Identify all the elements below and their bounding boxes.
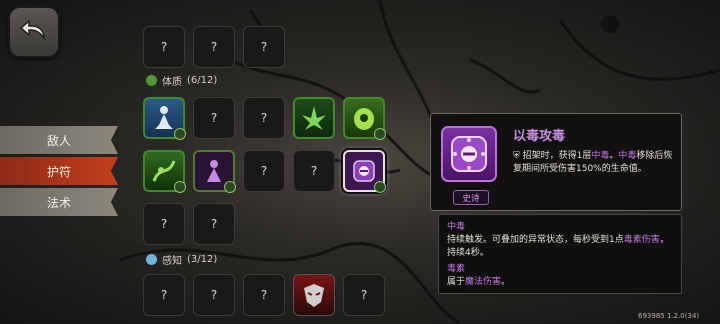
poison-keyword: 中毒 [591,151,610,161]
section-constitution-label: 体质 [162,77,182,88]
beetle-amulet-slot[interactable] [343,97,386,140]
back-arrow-icon [19,19,45,41]
shield-badge-icon [374,128,386,140]
unknown-amulet-slot[interactable]: ? [143,274,185,316]
meditation-amulet-slot[interactable] [143,97,186,140]
shield-badge-icon [374,181,386,193]
section-perception-header: 感知 (3/12) [146,252,217,267]
section-perception-progress: (3/12) [187,254,218,265]
vine-icon [152,160,176,182]
glossary-text: 。 [501,277,511,287]
unknown-amulet-slot[interactable]: ? [243,97,285,139]
glossary-poison-desc: 持续触发。可叠加的异常状态，每秒受到1点毒素伤害，持续4秒。 [447,234,673,260]
unknown-amulet-slot[interactable]: ? [343,274,385,316]
unknown-amulet-slot[interactable]: ? [143,26,185,68]
unknown-amulet-slot[interactable]: ? [243,150,285,192]
unknown-amulet-slot[interactable]: ? [143,203,185,245]
glossary-toxin-desc: 属于魔法伤害。 [447,276,673,289]
keyword-glossary-panel: 中毒 持续触发。可叠加的异常状态，每秒受到1点毒素伤害，持续4秒。 毒素 属于魔… [438,214,682,294]
vine-amulet-slot[interactable] [143,150,186,193]
tab-amulets[interactable]: 护符 [0,157,118,185]
section-constitution-header: 体质 (6/12) [146,73,217,88]
thorn-amulet-slot[interactable] [293,97,335,139]
poison-sigil-icon [353,160,375,182]
figure-icon [155,106,173,129]
beetle-icon [354,108,374,130]
section-perception-label: 感知 [162,256,182,267]
unknown-amulet-slot[interactable]: ? [293,150,335,192]
unknown-amulet-slot[interactable]: ? [243,26,285,68]
amulet-description: ⛨ 招架时，获得1层中毒。中毒移除后恢复期间所受伤害150%的生命值。 [513,150,677,176]
unknown-amulet-slot[interactable]: ? [193,97,235,139]
unknown-amulet-slot[interactable]: ? [243,274,285,316]
red-mask-amulet-slot[interactable] [293,274,335,316]
magic-damage-keyword: 魔法伤害 [465,277,502,287]
amulet-detail-panel: 以毒攻毒 ⛨ 招架时，获得1层中毒。中毒移除后恢复期间所受伤害150%的生命值。… [430,113,682,211]
glossary-text: 属于 [447,277,466,287]
glossary-text: 持续触发。可叠加的异常状态，每秒受到1点 [447,235,624,245]
shield-badge-icon [174,128,186,140]
unknown-amulet-slot[interactable]: ? [193,26,235,68]
parry-icon: ⛨ [513,151,523,161]
toxin-damage-keyword: 毒素伤害 [623,235,660,245]
rarity-badge: 史诗 [453,190,489,205]
unknown-amulet-slot[interactable]: ? [193,203,235,245]
fight-poison-amulet-slot-selected[interactable] [343,150,386,193]
glossary-poison-title: 中毒 [447,222,466,232]
unknown-amulet-slot[interactable]: ? [193,274,235,316]
shadow-figure-amulet-slot[interactable] [193,150,236,193]
tab-enemies[interactable]: 敌人 [0,126,118,154]
section-constitution-progress: (6/12) [187,75,218,86]
amulet-title: 以毒攻毒 [513,129,566,144]
glossary-toxin-title: 毒素 [447,264,466,274]
thorn-icon [302,106,326,130]
version-label: 693985 1.2.0(34) [638,312,700,320]
shadow-figure-icon [207,160,221,182]
back-button[interactable] [8,6,60,58]
poison-sigil-icon [451,136,487,172]
amulet-detail-art [441,126,497,182]
shield-badge-icon [224,181,236,193]
eye-icon [146,254,157,265]
shield-icon [146,75,157,86]
tab-spells[interactable]: 法术 [0,188,118,216]
desc-text: 招架时，获得1层 [522,151,592,161]
shield-badge-icon [174,181,186,193]
poison-keyword: 中毒 [618,151,637,161]
mask-icon [304,284,324,307]
